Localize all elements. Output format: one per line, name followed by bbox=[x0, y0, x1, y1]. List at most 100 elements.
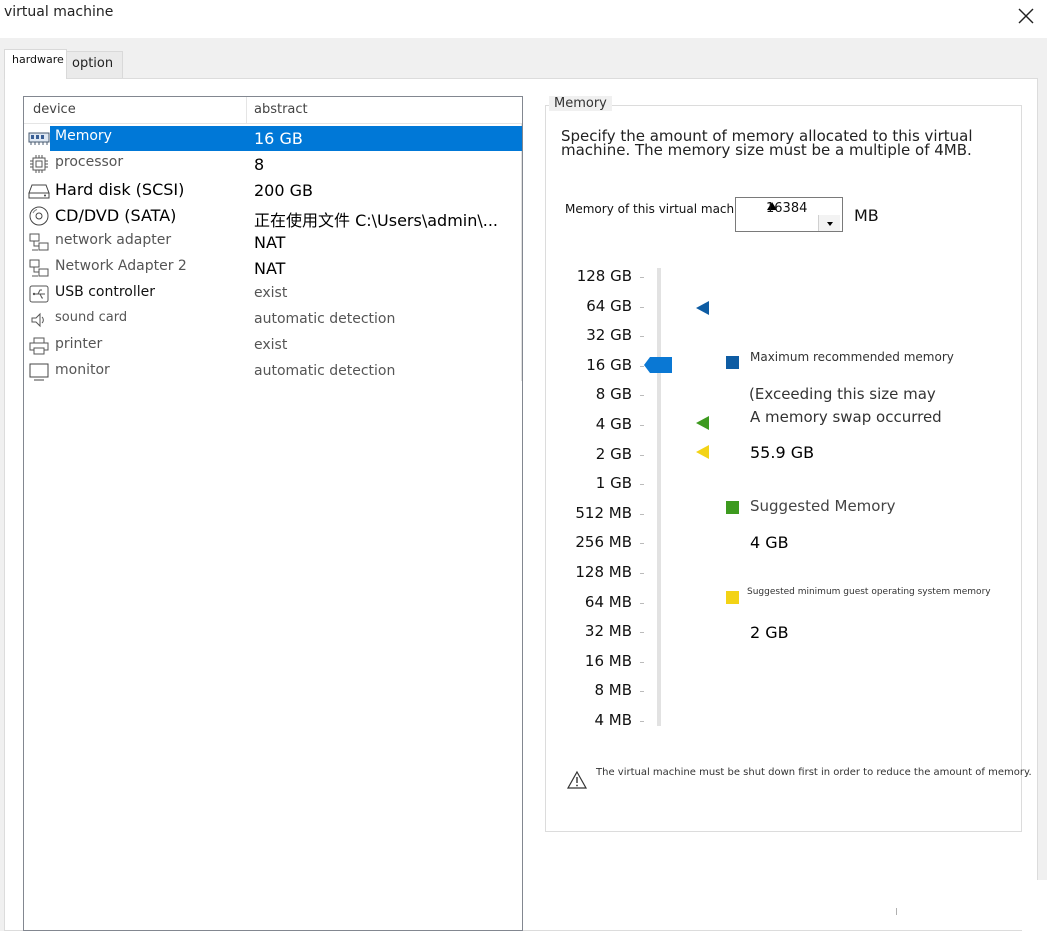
device-abstract: NAT bbox=[254, 233, 286, 252]
scale-label: 64 MB bbox=[584, 592, 632, 611]
scale-tick bbox=[640, 573, 644, 574]
device-abstract: 16 GB bbox=[254, 129, 303, 148]
max-recommended-value: 55.9 GB bbox=[750, 443, 815, 462]
scale-tick bbox=[640, 306, 644, 308]
guest-min-swatch bbox=[726, 591, 739, 604]
scale-tick bbox=[640, 661, 644, 663]
tab-hardware[interactable]: hardware bbox=[4, 49, 67, 79]
suggested-memory-label: Suggested Memory bbox=[750, 497, 896, 515]
title-bar: virtual machine bbox=[0, 0, 1047, 38]
scale-tick bbox=[640, 277, 644, 278]
scale-label: 16 GB bbox=[586, 355, 632, 374]
device-abstract: 8 bbox=[254, 155, 265, 174]
cd-dvd-icon bbox=[29, 206, 49, 226]
device-abstract: 正在使用文件 C:\Users\admin\... bbox=[254, 211, 499, 230]
device-label: sound card bbox=[55, 310, 128, 325]
list-header: device abstract bbox=[24, 97, 522, 124]
device-label: network adapter bbox=[55, 232, 172, 248]
device-row-cd-dvd[interactable]: CD/DVD (SATA) 正在使用文件 C:\Users\admin\... bbox=[24, 203, 522, 230]
scale-label: 128 GB bbox=[576, 267, 632, 285]
suggested-memory-marker bbox=[696, 416, 709, 430]
scale-tick bbox=[640, 602, 644, 604]
scale-tick bbox=[640, 454, 644, 456]
scale-label: 64 GB bbox=[586, 296, 632, 315]
network-adapter-icon bbox=[29, 233, 49, 251]
device-label: Memory bbox=[55, 128, 112, 144]
tab-option[interactable]: option bbox=[66, 51, 123, 78]
usb-icon bbox=[29, 285, 49, 303]
memory-size-spinbox[interactable]: 16384 bbox=[735, 197, 843, 232]
memory-unit-label: MB bbox=[854, 206, 879, 225]
guest-min-label: Suggested minimum guest operating system… bbox=[747, 587, 991, 597]
warning-text: The virtual machine must be shut down fi… bbox=[596, 767, 1032, 778]
corner-fill bbox=[1022, 880, 1047, 931]
device-label: monitor bbox=[55, 362, 110, 378]
device-row-memory[interactable]: Memory 16 GB bbox=[24, 125, 522, 151]
scale-label: 4 GB bbox=[595, 415, 632, 433]
scale-tick bbox=[640, 691, 644, 693]
column-divider[interactable] bbox=[246, 97, 247, 123]
max-recommended-swatch bbox=[726, 356, 739, 369]
suggested-memory-value: 4 GB bbox=[750, 533, 789, 552]
suggested-memory-swatch bbox=[726, 501, 739, 514]
device-row-network-adapter[interactable]: network adapter NAT bbox=[24, 229, 522, 255]
memory-description: Specify the amount of memory allocated t… bbox=[561, 127, 973, 159]
device-row-monitor[interactable]: monitor automatic detection bbox=[24, 359, 522, 385]
device-label: Hard disk (SCSI) bbox=[55, 180, 185, 199]
max-recommended-note-1: (Exceeding this size may bbox=[749, 385, 936, 403]
device-abstract: exist bbox=[254, 285, 288, 301]
scale-label: 128 MB bbox=[575, 563, 632, 581]
device-row-network-adapter-2[interactable]: Network Adapter 2 NAT bbox=[24, 255, 522, 281]
spin-down-button[interactable] bbox=[818, 215, 840, 231]
tab-option-label: option bbox=[72, 56, 114, 71]
column-header-abstract[interactable]: abstract bbox=[254, 102, 308, 117]
device-row-sound-card[interactable]: sound card automatic detection bbox=[24, 307, 522, 333]
column-header-device[interactable]: device bbox=[33, 102, 76, 117]
device-abstract: NAT bbox=[254, 259, 286, 278]
scale-label: 32 GB bbox=[586, 326, 632, 345]
device-label: Network Adapter 2 bbox=[55, 258, 187, 274]
device-abstract: automatic detection bbox=[254, 363, 396, 379]
speaker-icon bbox=[31, 312, 44, 328]
device-label: printer bbox=[55, 336, 103, 352]
device-list[interactable]: device abstract Memory 16 GB processor 8… bbox=[23, 96, 523, 931]
close-icon[interactable] bbox=[1014, 4, 1038, 28]
scale-label: 16 MB bbox=[584, 651, 632, 670]
scale-tick bbox=[640, 721, 644, 722]
window-title: virtual machine bbox=[4, 4, 114, 20]
device-row-hard-disk[interactable]: Hard disk (SCSI) 200 GB bbox=[24, 177, 522, 203]
device-row-printer[interactable]: printer exist bbox=[24, 333, 522, 359]
scale-label: 8 MB bbox=[594, 681, 632, 700]
stray-mark bbox=[896, 908, 897, 915]
max-recommended-marker bbox=[696, 301, 709, 315]
guest-min-value: 2 GB bbox=[750, 623, 789, 642]
memory-group-title: Memory bbox=[549, 96, 612, 111]
device-abstract: automatic detection bbox=[254, 311, 396, 327]
scale-tick bbox=[640, 632, 644, 634]
scale-label: 512 MB bbox=[575, 503, 632, 522]
max-recommended-label: Maximum recommended memory bbox=[750, 350, 954, 364]
device-label: USB controller bbox=[55, 284, 155, 300]
memory-slider-track[interactable] bbox=[657, 268, 661, 726]
scale-tick bbox=[640, 425, 644, 426]
memory-size-value[interactable]: 16384 bbox=[766, 201, 807, 216]
memory-slider-thumb[interactable] bbox=[644, 357, 672, 373]
scale-label: 1 GB bbox=[595, 474, 632, 493]
scale-label: 32 MB bbox=[584, 622, 632, 641]
network-adapter-icon bbox=[29, 259, 49, 277]
device-row-usb-controller[interactable]: USB controller exist bbox=[24, 281, 522, 307]
memory-field-label: Memory of this virtual machine: bbox=[565, 202, 757, 216]
warning-icon bbox=[566, 770, 588, 789]
scale-label: 4 MB bbox=[594, 711, 632, 729]
memory-icon bbox=[28, 132, 50, 145]
device-row-processor[interactable]: processor 8 bbox=[24, 151, 522, 177]
device-abstract: exist bbox=[254, 337, 288, 353]
device-label: processor bbox=[55, 154, 124, 170]
guest-min-marker bbox=[696, 445, 709, 459]
scale-label: 2 GB bbox=[595, 444, 632, 463]
scale-tick bbox=[640, 395, 644, 397]
max-recommended-note-2: A memory swap occurred bbox=[750, 408, 942, 426]
scale-tick bbox=[640, 484, 644, 486]
scale-tick bbox=[640, 336, 644, 338]
monitor-icon bbox=[29, 363, 49, 381]
